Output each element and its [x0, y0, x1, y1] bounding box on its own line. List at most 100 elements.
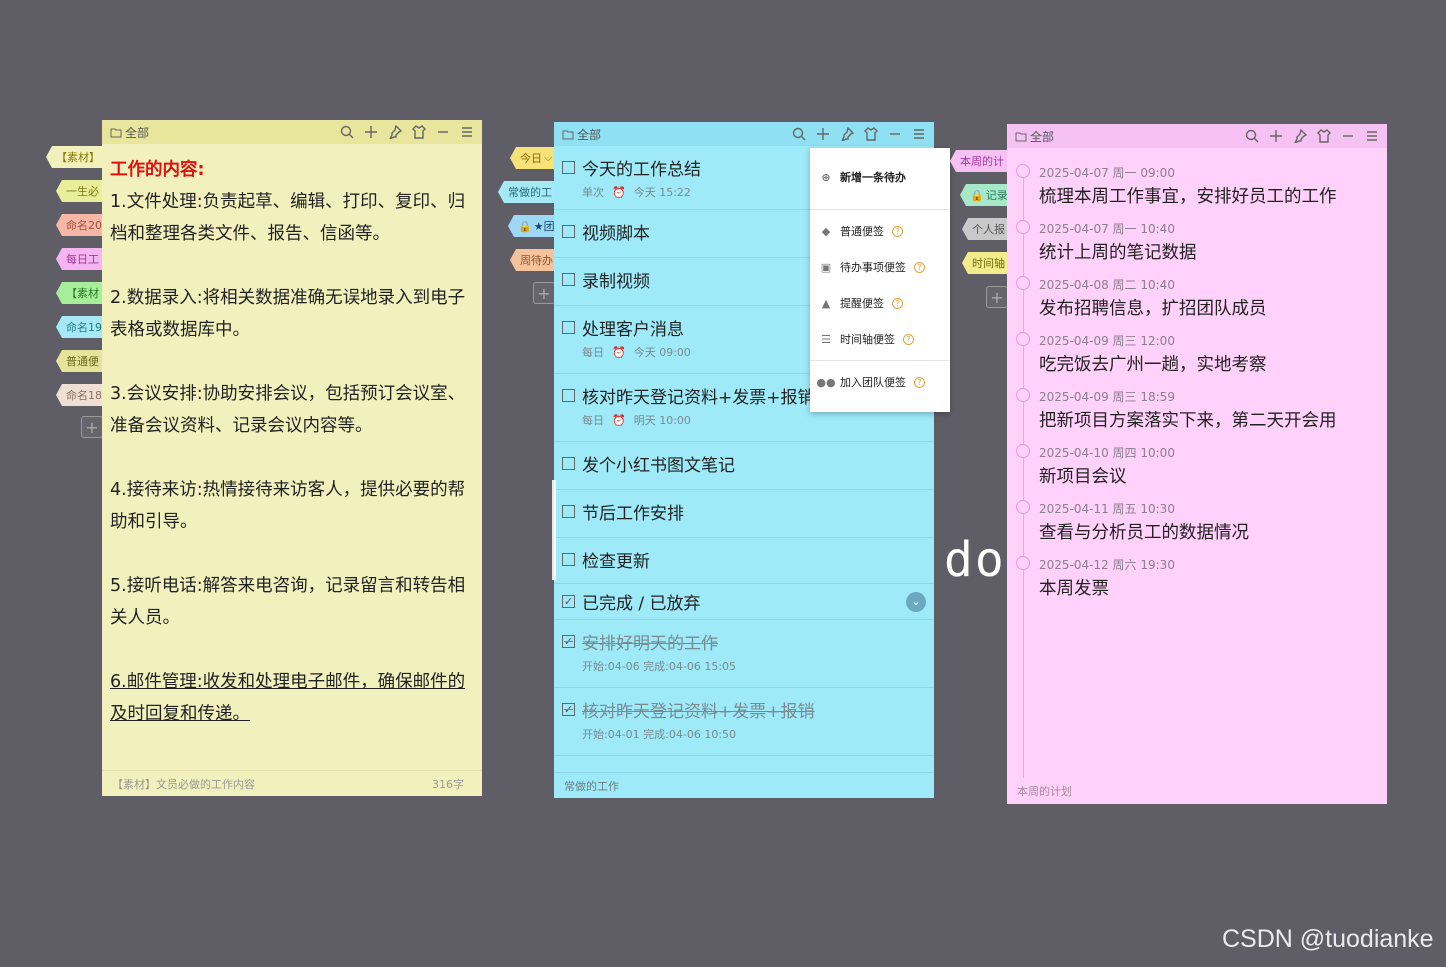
note-footer: 本周的计划	[1007, 778, 1387, 804]
side-tab[interactable]: 常做的工	[498, 181, 556, 203]
help-icon[interactable]: ?	[892, 297, 903, 309]
side-tab[interactable]: 一生必	[56, 180, 104, 202]
timeline-item[interactable]: 2025-04-11 周五 10:30 查看与分析员工的数据情况	[1007, 496, 1387, 552]
timeline-item[interactable]: 2025-04-09 周三 12:00 吃完饭去广州一趟，实地考察	[1007, 328, 1387, 384]
side-tab[interactable]: 【素材】	[46, 146, 104, 168]
todo-checkbox[interactable]	[562, 504, 575, 518]
menu-item-reminder-note[interactable]: ▲ 提醒便签 ?	[810, 285, 950, 321]
completed-item[interactable]: ✓ 安排好明天的工作 开始:04-06 完成:04-06 15:05	[554, 620, 934, 688]
add-tab-button[interactable]: +	[533, 282, 555, 304]
minimize-icon[interactable]	[435, 125, 450, 140]
todo-checkbox[interactable]	[562, 224, 575, 238]
todo-item[interactable]: 检查更新	[554, 538, 934, 584]
todo-checkbox[interactable]	[562, 320, 575, 334]
menu-icon[interactable]	[459, 125, 474, 140]
help-icon[interactable]: ?	[914, 261, 925, 273]
folder-selector[interactable]: 全部	[562, 126, 601, 143]
menu-item-team-note[interactable]: ●● 加入团队便签 ?	[810, 364, 950, 400]
timeline-dot[interactable]	[1016, 500, 1030, 514]
pin-icon[interactable]	[839, 127, 854, 142]
timeline-dot[interactable]	[1016, 276, 1030, 290]
minimize-icon[interactable]	[887, 127, 902, 142]
side-tab[interactable]: 🔒 ★团	[508, 215, 556, 237]
todo-item[interactable]: 发个小红书图文笔记	[554, 442, 934, 490]
tag-icon: ◆	[821, 224, 831, 238]
add-icon[interactable]	[363, 125, 378, 140]
note-content[interactable]: 工作的内容: 1.文件处理:负责起草、编辑、打印、复印、归档和整理各类文件、报告…	[102, 144, 482, 772]
side-tab[interactable]: 命名18	[56, 384, 104, 406]
side-tab[interactable]: 今日 ⌵	[510, 147, 556, 169]
completed-item[interactable]: ✓ 核对昨天登记资料+发票+报销 开始:04-01 完成:04-06 10:50	[554, 688, 934, 756]
side-tab[interactable]: 时间轴	[962, 252, 1008, 274]
folder-selector[interactable]: 全部	[110, 124, 149, 141]
minimize-icon[interactable]	[1340, 129, 1355, 144]
menu-item-add-todo[interactable]: ⊕ 新增一条待办	[810, 148, 950, 206]
side-tab[interactable]: 个人报	[962, 218, 1008, 240]
skin-icon[interactable]	[411, 125, 426, 140]
timeline-item[interactable]: 2025-04-09 周三 18:59 把新项目方案落实下来，第二天开会用	[1007, 384, 1387, 440]
menu-item-todo-note[interactable]: ▣ 待办事项便签 ?	[810, 249, 950, 285]
timeline-dot[interactable]	[1016, 164, 1030, 178]
side-tab[interactable]: 【素材	[56, 282, 104, 304]
help-icon[interactable]: ?	[903, 333, 914, 345]
note-title: 本周的计划	[1017, 785, 1072, 798]
bell-icon: ▲	[821, 296, 831, 310]
list-icon: ☰	[821, 332, 831, 346]
timeline-item[interactable]: 2025-04-08 周二 10:40 发布招聘信息，扩招团队成员	[1007, 272, 1387, 328]
menu-item-normal-note[interactable]: ◆ 普通便签 ?	[810, 213, 950, 249]
todo-checkbox[interactable]	[562, 388, 575, 402]
pin-icon[interactable]	[387, 125, 402, 140]
menu-divider	[810, 209, 950, 210]
add-icon[interactable]	[815, 127, 830, 142]
todo-checkbox[interactable]	[562, 552, 575, 566]
search-icon[interactable]	[339, 125, 354, 140]
search-icon[interactable]	[1244, 129, 1259, 144]
alarm-icon: ⏰	[612, 185, 626, 199]
add-tab-button[interactable]: +	[81, 416, 103, 438]
timeline-item[interactable]: 2025-04-07 周一 09:00 梳理本周工作事宜，安排好员工的工作	[1007, 160, 1387, 216]
side-tab[interactable]: 本周的计	[950, 150, 1008, 172]
side-tab[interactable]: 命名19	[56, 316, 104, 338]
todo-item[interactable]: 节后工作安排	[554, 490, 934, 538]
menu-icon[interactable]	[1364, 129, 1379, 144]
folder-icon	[110, 128, 122, 137]
todo-checkbox[interactable]: ✓	[562, 634, 575, 648]
chevron-down-icon[interactable]: ⌄	[906, 591, 926, 612]
side-tab[interactable]: 每日工	[56, 248, 104, 270]
timeline-item[interactable]: 2025-04-12 周六 19:30 本周发票	[1007, 552, 1387, 608]
timeline-dot[interactable]	[1016, 388, 1030, 402]
note-title: 【素材】文员必做的工作内容	[112, 777, 255, 791]
side-tab[interactable]: 命名20	[56, 214, 104, 236]
search-icon[interactable]	[791, 127, 806, 142]
add-note-menu: ⊕ 新增一条待办 ◆ 普通便签 ? ▣ 待办事项便签 ? ▲ 提醒便签 ? ☰ …	[810, 148, 950, 412]
menu-icon[interactable]	[911, 127, 926, 142]
menu-item-timeline-note[interactable]: ☰ 时间轴便签 ?	[810, 321, 950, 357]
todo-checkbox[interactable]	[562, 272, 575, 286]
todo-checkbox[interactable]	[562, 456, 575, 470]
timeline-item[interactable]: 2025-04-10 周四 10:00 新项目会议	[1007, 440, 1387, 496]
todo-checkbox[interactable]	[562, 160, 575, 174]
side-tab[interactable]: 🔒 记录	[960, 184, 1008, 206]
add-icon[interactable]	[1268, 129, 1283, 144]
timeline-dot[interactable]	[1016, 220, 1030, 234]
note-paragraph: 1.文件处理:负责起草、编辑、打印、复印、归档和整理各类文件、报告、信函等。	[110, 192, 466, 244]
skin-icon[interactable]	[863, 127, 878, 142]
add-tab-button[interactable]: +	[986, 286, 1008, 308]
skin-icon[interactable]	[1316, 129, 1331, 144]
timeline-dot[interactable]	[1016, 444, 1030, 458]
timeline-dot[interactable]	[1016, 332, 1030, 346]
checked-box-icon: ✓	[562, 595, 575, 608]
completed-section-header[interactable]: ✓ 已完成 / 已放弃 ⌄	[554, 584, 934, 620]
side-tab[interactable]: 普通便	[56, 350, 104, 372]
note-paragraph: 5.接听电话:解答来电咨询，记录留言和转告相关人员。	[110, 576, 466, 628]
side-tab[interactable]: 周待办	[510, 249, 556, 271]
timeline-dot[interactable]	[1016, 556, 1030, 570]
todo-checkbox[interactable]: ✓	[562, 702, 575, 716]
help-icon[interactable]: ?	[892, 225, 903, 237]
help-icon[interactable]: ?	[914, 376, 925, 388]
alarm-icon: ⏰	[612, 345, 626, 359]
alarm-icon: ⏰	[612, 413, 626, 427]
pin-icon[interactable]	[1292, 129, 1307, 144]
folder-selector[interactable]: 全部	[1015, 128, 1054, 145]
timeline-item[interactable]: 2025-04-07 周一 10:40 统计上周的笔记数据	[1007, 216, 1387, 272]
